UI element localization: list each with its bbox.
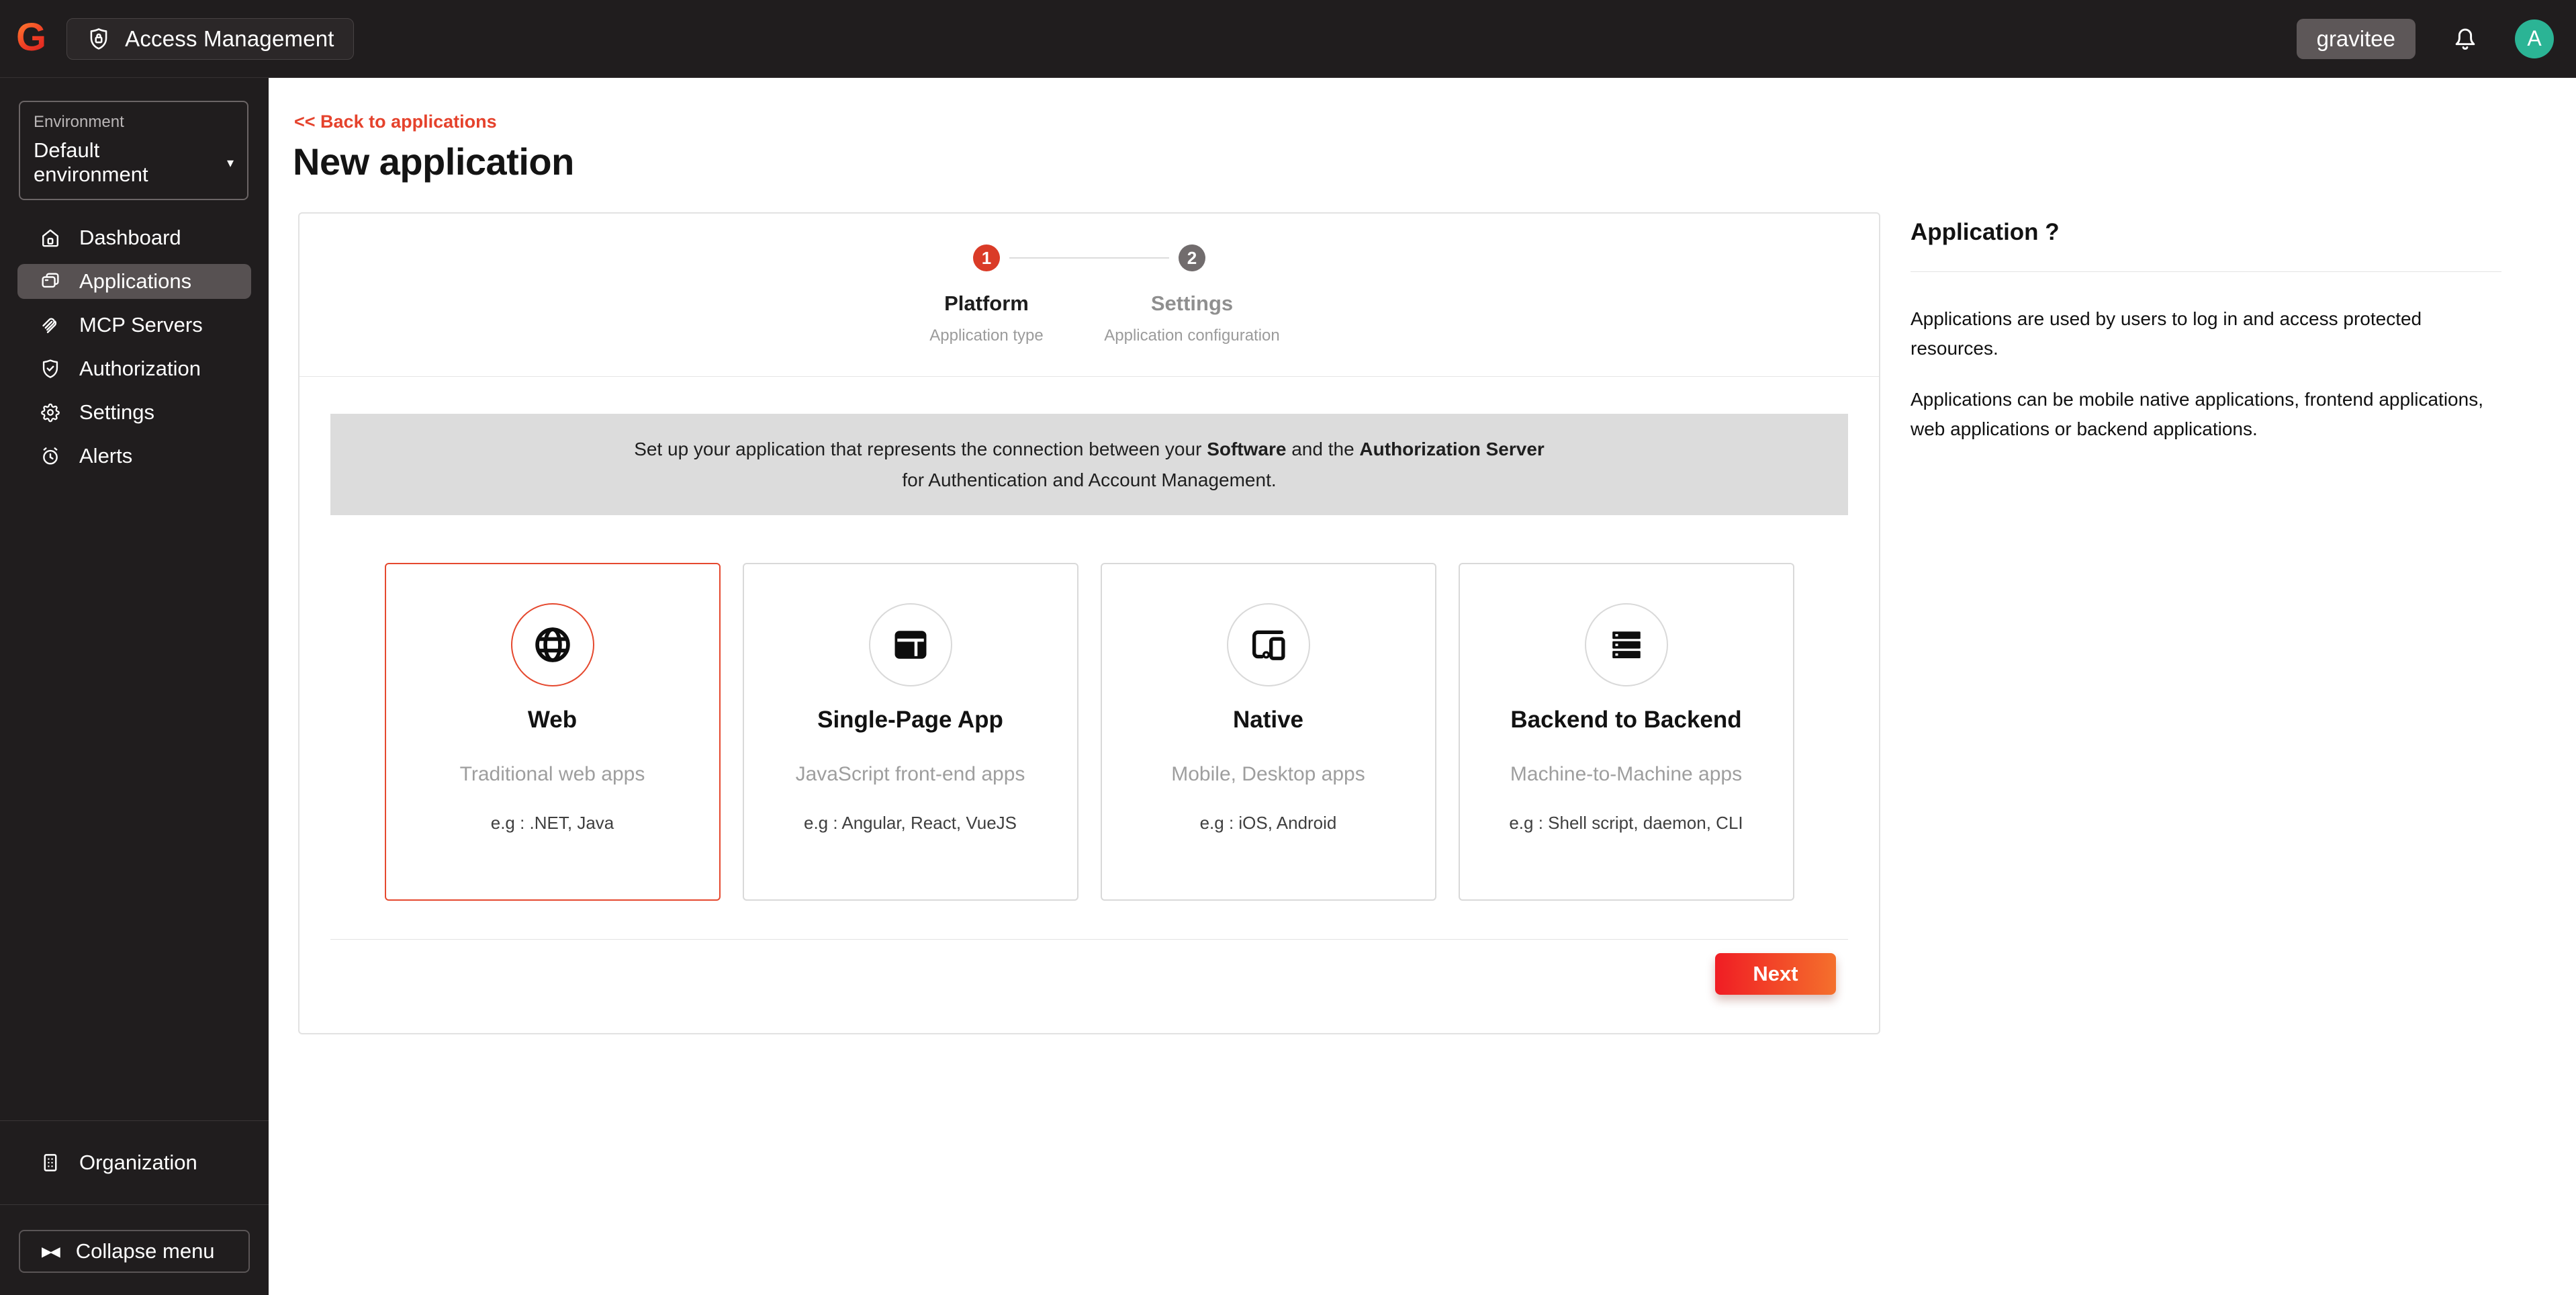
platform-card-subtitle: Traditional web apps [459, 763, 645, 785]
page-title: New application [293, 140, 574, 183]
sidebar-item-label: Organization [79, 1151, 197, 1174]
application-help-panel: Application ? Applications are used by u… [1911, 219, 2501, 444]
browser-window-icon [894, 631, 926, 659]
main-content: << Back to applications New application … [269, 78, 2576, 1295]
platform-card-title: Web [527, 707, 578, 733]
step-label: Settings [1150, 292, 1234, 315]
platform-card-subtitle: JavaScript front-end apps [795, 763, 1025, 785]
step-platform[interactable]: 1 Platform Application type [884, 244, 1169, 345]
next-button[interactable]: Next [1715, 953, 1836, 995]
platform-cards: Web Traditional web apps e.g : .NET, Jav… [300, 563, 1879, 901]
icon-circle [1226, 603, 1310, 686]
bell-icon[interactable] [2450, 24, 2480, 54]
environment-value: Default environment [34, 138, 148, 186]
environment-selector[interactable]: Environment Default environment ▾ [19, 101, 248, 200]
wizard-footer: Next [330, 939, 1848, 995]
shield-check-icon [42, 359, 58, 378]
icon-circle [868, 603, 952, 686]
topbar: G Access Management gravitee A [0, 0, 2576, 78]
info-line-2: for Authentication and Account Managemen… [902, 469, 1277, 490]
sidebar-item-dashboard[interactable]: Dashboard [17, 220, 251, 255]
setup-info-banner: Set up your application that represents … [330, 414, 1848, 515]
platform-card-native[interactable]: Native Mobile, Desktop apps e.g : iOS, A… [1100, 563, 1436, 901]
step-settings[interactable]: 2 Settings Application configuration [1089, 244, 1295, 345]
platform-card-backend-to-backend[interactable]: Backend to Backend Machine-to-Machine ap… [1458, 563, 1794, 901]
devices-icon [1252, 630, 1285, 660]
sidebar-item-label: Authorization [79, 357, 201, 380]
shield-lock-icon [90, 28, 107, 50]
globe-icon [535, 627, 570, 662]
user-avatar[interactable]: A [2515, 19, 2554, 58]
topbar-right: gravitee A [2296, 18, 2554, 59]
sidebar-item-label: Applications [79, 269, 192, 293]
platform-card-example: e.g : .NET, Java [490, 813, 614, 833]
step-number-badge: 1 [973, 244, 1000, 271]
organization-chip-button[interactable]: gravitee [2296, 18, 2416, 59]
sidebar-item-alerts[interactable]: Alerts [17, 439, 251, 474]
sidebar: Environment Default environment ▾ Dashbo… [0, 78, 269, 1295]
icon-circle [1584, 603, 1668, 686]
sidebar-item-mcp-servers[interactable]: MCP Servers [17, 308, 251, 343]
applications-icon [42, 273, 59, 288]
platform-card-subtitle: Mobile, Desktop apps [1171, 763, 1365, 785]
gravitee-logo-icon[interactable]: G [16, 17, 46, 57]
sidebar-item-label: Dashboard [79, 226, 181, 249]
sidebar-item-applications[interactable]: Applications [17, 264, 251, 299]
access-management-badge[interactable]: Access Management [66, 17, 354, 60]
platform-card-example: e.g : Shell script, daemon, CLI [1509, 813, 1743, 833]
platform-card-subtitle: Machine-to-Machine apps [1510, 763, 1743, 785]
wizard-stepper: 1 Platform Application type 2 Settings A… [300, 214, 1879, 377]
alarm-clock-icon [43, 447, 58, 465]
new-application-wizard: 1 Platform Application type 2 Settings A… [298, 212, 1880, 1034]
environment-label: Environment [34, 113, 124, 131]
server-stack-icon [1612, 631, 1641, 658]
sidebar-nav: Dashboard Applications MCP Servers Autho… [0, 220, 269, 474]
platform-card-title: Single-Page App [817, 707, 1003, 733]
product-badge-label: Access Management [125, 26, 334, 51]
sidebar-item-settings[interactable]: Settings [17, 395, 251, 430]
platform-card-title: Native [1232, 707, 1304, 733]
platform-card-web[interactable]: Web Traditional web apps e.g : .NET, Jav… [384, 563, 721, 901]
platform-card-title: Backend to Backend [1510, 707, 1742, 733]
step-number-badge: 2 [1179, 244, 1205, 271]
help-paragraph: Applications can be mobile native applic… [1911, 389, 2483, 439]
help-panel-title: Application ? [1911, 219, 2060, 245]
chevron-down-icon: ▾ [226, 155, 234, 171]
sidebar-item-label: Alerts [79, 444, 133, 467]
collapse-menu-button[interactable]: ▶◀ Collapse menu [19, 1230, 250, 1273]
collapse-icon: ▶◀ [42, 1244, 60, 1259]
platform-card-single-page-app[interactable]: Single-Page App JavaScript front-end app… [742, 563, 1078, 901]
icon-circle [510, 603, 594, 686]
sidebar-item-label: MCP Servers [79, 313, 203, 337]
back-to-applications-link[interactable]: << Back to applications [294, 111, 497, 132]
help-paragraph: Applications are used by users to log in… [1911, 308, 2422, 359]
step-label: Platform [944, 292, 1029, 315]
sidebar-item-label: Settings [79, 400, 155, 424]
step-sublabel: Application configuration [1104, 326, 1280, 345]
collapse-menu-label: Collapse menu [75, 1239, 215, 1263]
sidebar-footer: Organization ▶◀ Collapse menu [0, 1120, 269, 1295]
platform-card-example: e.g : Angular, React, VueJS [803, 813, 1017, 833]
home-icon [42, 229, 58, 247]
platform-card-example: e.g : iOS, Android [1199, 813, 1337, 833]
paperclip-icon [42, 318, 57, 333]
sidebar-item-authorization[interactable]: Authorization [17, 351, 251, 386]
gear-icon [41, 403, 60, 422]
step-sublabel: Application type [929, 326, 1044, 345]
sidebar-item-organization[interactable]: Organization [0, 1121, 269, 1204]
organization-icon [44, 1154, 57, 1171]
info-line-1: Set up your application that represents … [634, 438, 1545, 459]
divider [1911, 271, 2501, 272]
